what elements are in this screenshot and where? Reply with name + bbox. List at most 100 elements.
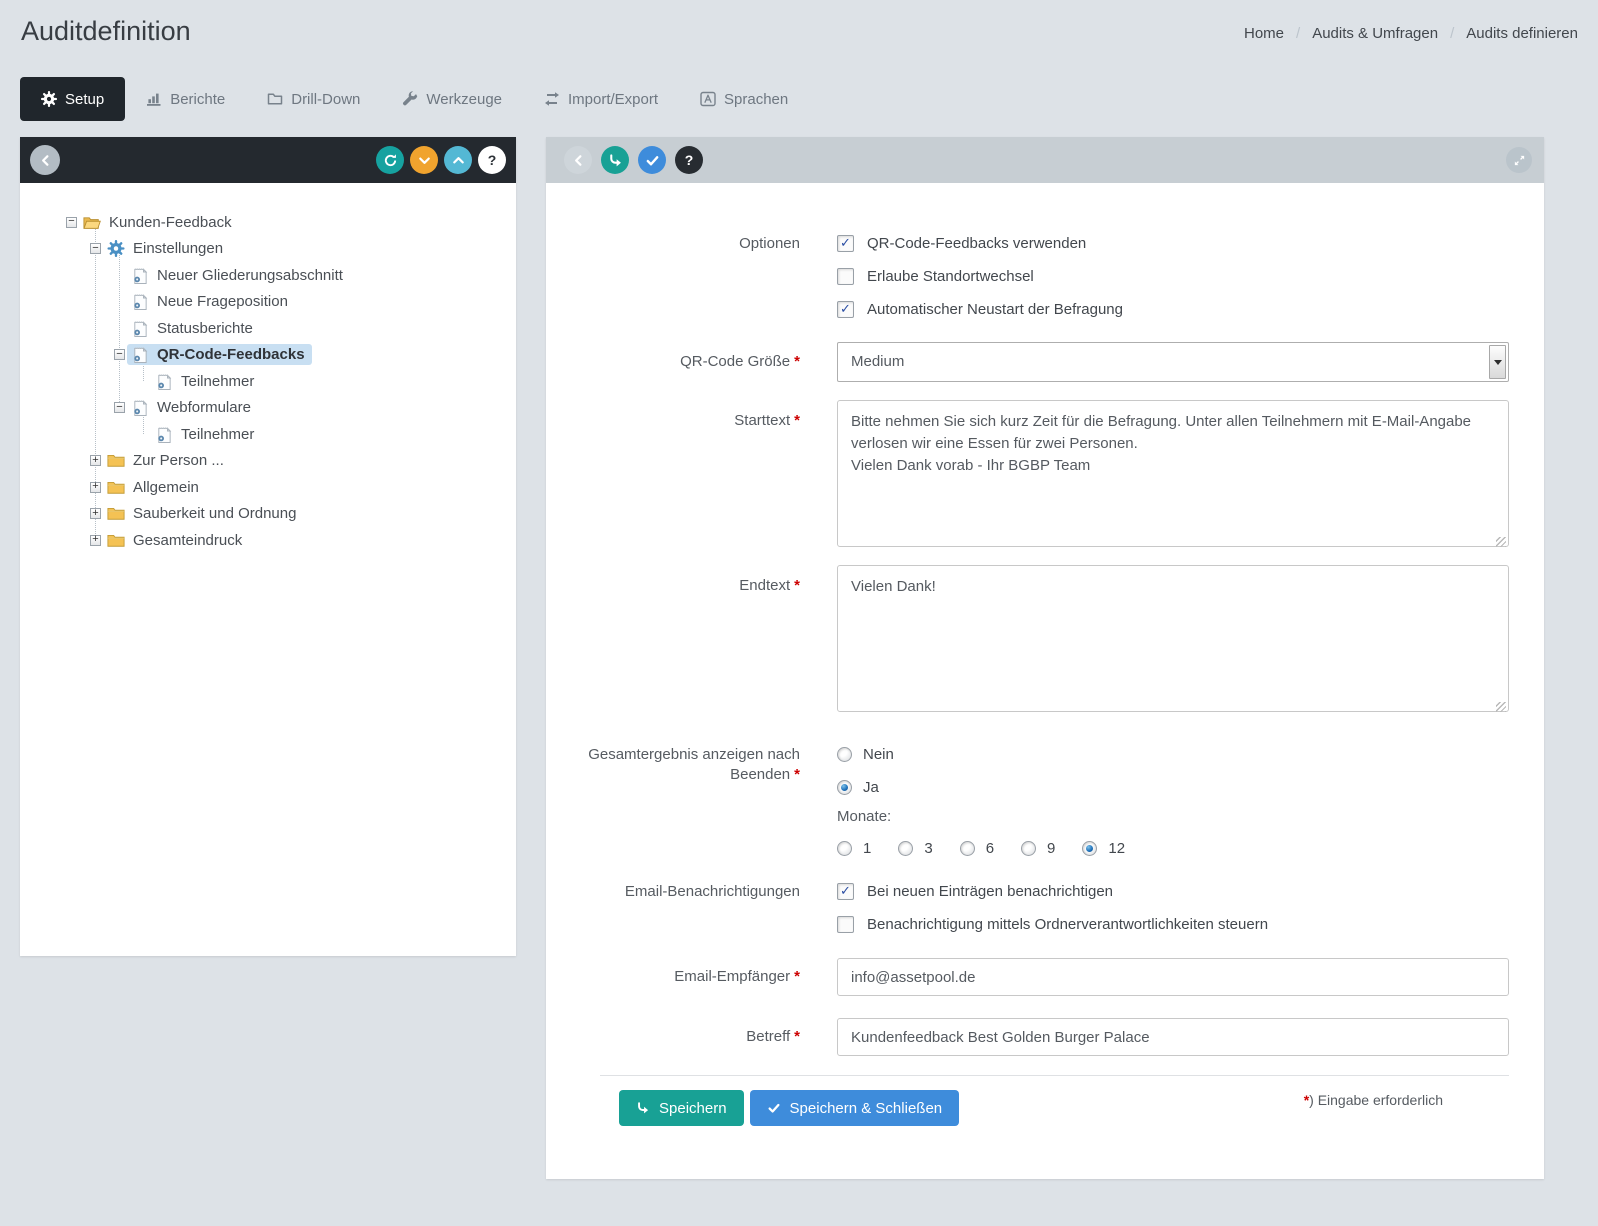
tree-item-einstellungen[interactable]: Einstellungen xyxy=(20,236,516,263)
checkbox-label: Automatischer Neustart der Befragung xyxy=(867,301,1123,318)
tree-item-webformulare[interactable]: Webformulare xyxy=(20,395,516,422)
tab-import-export[interactable]: Import/Export xyxy=(523,77,679,121)
doc-gear-icon xyxy=(131,267,149,284)
tree-item-teilnehmer[interactable]: Teilnehmer xyxy=(20,368,516,395)
folder-closed-icon xyxy=(107,505,125,522)
tree-item-kunden-feedback[interactable]: Kunden-Feedback xyxy=(20,209,516,236)
gear-icon xyxy=(107,240,125,257)
qr-size-select[interactable]: Medium xyxy=(837,342,1509,382)
radio-button[interactable] xyxy=(898,841,913,856)
option-erlaube-standortwechsel: Erlaube Standortwechsel xyxy=(837,267,1509,285)
folder-closed-icon xyxy=(107,452,125,469)
monate-option-3: 3 xyxy=(898,839,932,857)
starttext-textarea[interactable]: Bitte nehmen Sie sich kurz Zeit für die … xyxy=(837,400,1509,547)
radio-button[interactable] xyxy=(837,780,852,795)
tree-help-button[interactable] xyxy=(478,146,506,174)
tree-item-neue-frageposition[interactable]: Neue Frageposition xyxy=(20,289,516,316)
collapse-toggle-icon[interactable] xyxy=(114,349,125,360)
radio-label: Ja xyxy=(863,779,879,796)
tab-setup[interactable]: Setup xyxy=(20,77,125,121)
form-panel: Optionen QR-Code-Feedbacks verwenden Erl… xyxy=(546,137,1544,1179)
bar-chart-icon xyxy=(146,91,162,107)
radio-button[interactable] xyxy=(837,747,852,762)
collapse-all-button[interactable] xyxy=(444,146,472,174)
option-bei-neuen-eintraegen: Bei neuen Einträgen benachrichtigen xyxy=(837,882,1509,900)
radio-label: 9 xyxy=(1047,840,1055,857)
tree-item-gesamteindruck[interactable]: Gesamteindruck xyxy=(20,527,516,554)
doc-gear-icon xyxy=(131,346,149,363)
doc-gear-icon xyxy=(155,373,173,390)
select-dropdown-arrow-icon[interactable] xyxy=(1489,345,1506,379)
tree-item-statusberichte[interactable]: Statusberichte xyxy=(20,315,516,342)
checkbox[interactable] xyxy=(837,916,854,933)
radio-label: Nein xyxy=(863,746,894,763)
breadcrumb-home[interactable]: Home xyxy=(1244,25,1284,42)
refresh-tree-button[interactable] xyxy=(376,146,404,174)
collapse-toggle-icon[interactable] xyxy=(114,402,125,413)
doc-gear-icon xyxy=(131,320,149,337)
collapse-toggle-icon[interactable] xyxy=(66,217,77,228)
expand-toggle-icon[interactable] xyxy=(90,482,101,493)
radio-button[interactable] xyxy=(837,841,852,856)
expand-toggle-icon[interactable] xyxy=(90,535,101,546)
collapse-panel-button[interactable] xyxy=(30,145,60,175)
tree-item-qr-code-feedbacks[interactable]: QR-Code-Feedbacks xyxy=(20,342,516,369)
save-toolbar-button[interactable] xyxy=(601,146,629,174)
tree-item-teilnehmer[interactable]: Teilnehmer xyxy=(20,421,516,448)
expand-toggle-icon[interactable] xyxy=(90,455,101,466)
fullscreen-button[interactable] xyxy=(1506,147,1532,173)
email-benachrichtigungen-label: Email-Benachrichtigungen xyxy=(546,882,800,933)
tree-item-allgemein[interactable]: Allgemein xyxy=(20,474,516,501)
betreff-input[interactable] xyxy=(837,1018,1509,1056)
tree-item-label: Teilnehmer xyxy=(181,426,254,443)
doc-gear-icon xyxy=(131,399,149,416)
checkbox[interactable] xyxy=(837,883,854,900)
language-icon xyxy=(700,91,716,107)
folder-closed-icon xyxy=(107,479,125,496)
breadcrumb-audits-definieren[interactable]: Audits definieren xyxy=(1466,25,1578,42)
tree: Kunden-Feedback Einstellungen Neuer Glie… xyxy=(20,183,516,554)
expand-toggle-icon[interactable] xyxy=(90,508,101,519)
wrench-icon xyxy=(402,91,418,107)
refresh-icon xyxy=(383,153,398,168)
form-help-button[interactable] xyxy=(675,146,703,174)
gesamtergebnis-option-ja: Ja xyxy=(837,778,1509,796)
tree-item-label: Kunden-Feedback xyxy=(109,214,232,231)
tab-werkzeuge[interactable]: Werkzeuge xyxy=(381,77,523,121)
tab-sprachen[interactable]: Sprachen xyxy=(679,77,809,121)
tree-item-zur-person[interactable]: Zur Person ... xyxy=(20,448,516,475)
save-button[interactable]: Speichern xyxy=(619,1090,744,1126)
tab-label: Berichte xyxy=(170,91,225,108)
option-qr-code-feedbacks-verwenden: QR-Code-Feedbacks verwenden xyxy=(837,234,1509,252)
tree-item-neuer-gliederungsabschnitt[interactable]: Neuer Gliederungsabschnitt xyxy=(20,262,516,289)
folder-open-icon xyxy=(83,214,101,231)
chevron-left-icon xyxy=(38,153,53,168)
monate-label: Monate: xyxy=(837,808,1509,826)
tree-item-label: Gesamteindruck xyxy=(133,532,242,549)
email-empfaenger-input[interactable] xyxy=(837,958,1509,996)
collapse-toggle-icon[interactable] xyxy=(90,243,101,254)
apply-toolbar-button[interactable] xyxy=(638,146,666,174)
folder-closed-icon xyxy=(107,532,125,549)
tree-item-sauberkeit-und-ordnung[interactable]: Sauberkeit und Ordnung xyxy=(20,501,516,528)
tab-drill-down[interactable]: Drill-Down xyxy=(246,77,381,121)
radio-button[interactable] xyxy=(1082,841,1097,856)
radio-button[interactable] xyxy=(1021,841,1036,856)
radio-label: 6 xyxy=(986,840,994,857)
page-title: Auditdefinition xyxy=(21,16,191,47)
save-and-close-button[interactable]: Speichern & Schließen xyxy=(750,1090,960,1126)
endtext-textarea[interactable]: Vielen Dank! xyxy=(837,565,1509,712)
tab-berichte[interactable]: Berichte xyxy=(125,77,246,121)
checkbox[interactable] xyxy=(837,301,854,318)
breadcrumb-audits-umfragen[interactable]: Audits & Umfragen xyxy=(1312,25,1438,42)
checkbox[interactable] xyxy=(837,235,854,252)
option-automatischer-neustart: Automatischer Neustart der Befragung xyxy=(837,300,1509,318)
gesamtergebnis-label: Gesamtergebnis anzeigen nach Beenden* xyxy=(546,745,800,857)
back-button[interactable] xyxy=(564,146,592,174)
radio-button[interactable] xyxy=(960,841,975,856)
tab-label: Drill-Down xyxy=(291,91,360,108)
form-toolbar xyxy=(546,137,1544,183)
checkbox[interactable] xyxy=(837,268,854,285)
tree-item-label: Allgemein xyxy=(133,479,199,496)
expand-all-button[interactable] xyxy=(410,146,438,174)
